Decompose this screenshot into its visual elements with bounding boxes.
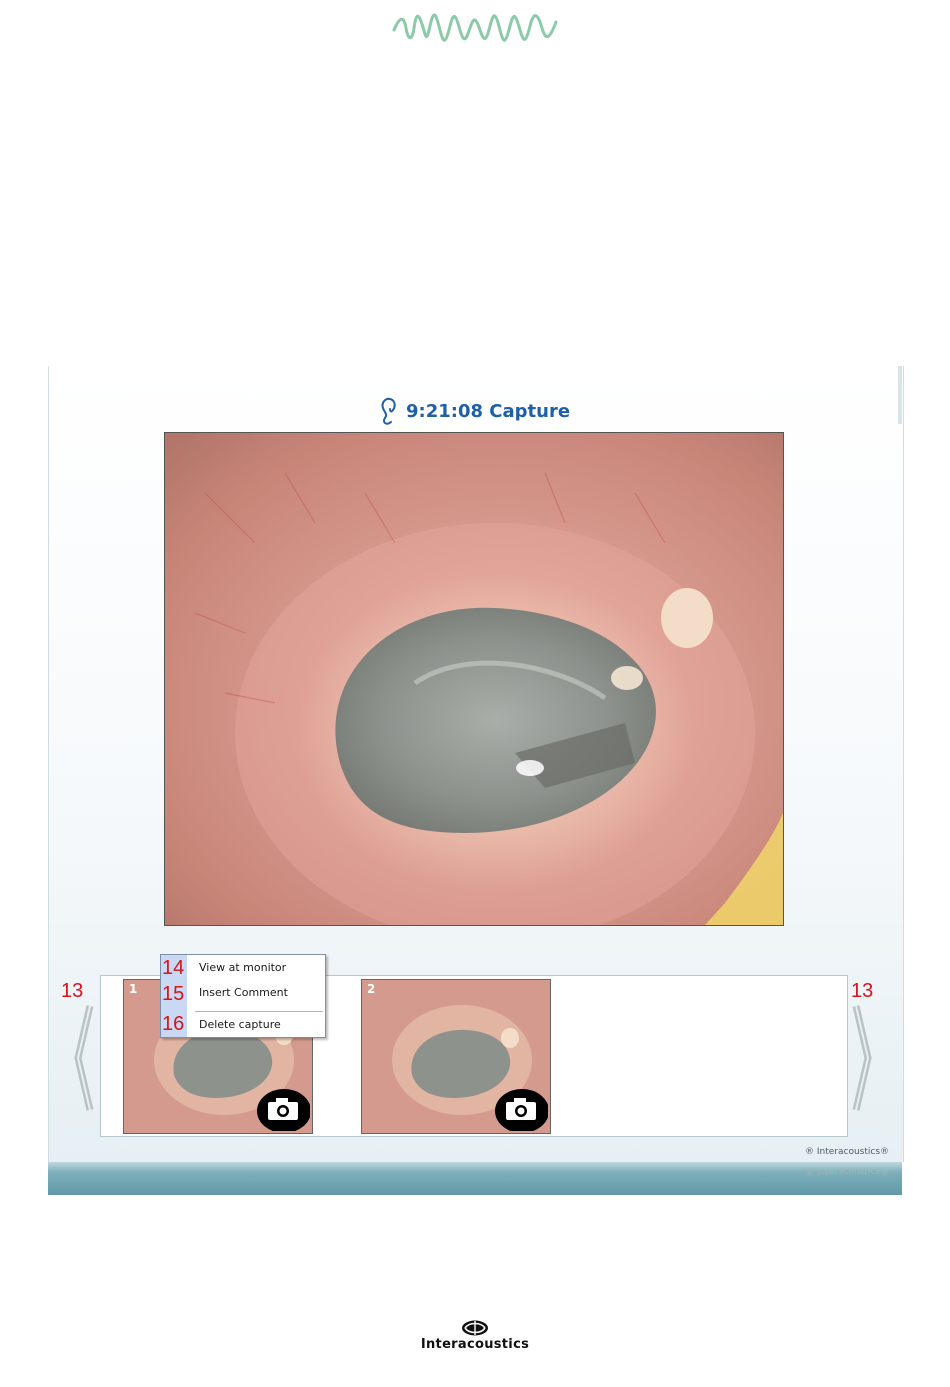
menu-item-delete-capture[interactable]: Delete capture bbox=[199, 1018, 281, 1032]
copyright-text: ® Interacoustics® bbox=[805, 1147, 890, 1157]
thumbnail-number: 1 bbox=[129, 982, 138, 996]
ear-icon bbox=[381, 397, 396, 425]
menu-separator bbox=[195, 1011, 323, 1012]
brand-name: Interacoustics bbox=[420, 1337, 530, 1352]
waveform-logo bbox=[392, 13, 558, 42]
menu-item-view-at-monitor[interactable]: View at monitor bbox=[199, 961, 286, 975]
next-arrow-icon[interactable] bbox=[850, 1004, 876, 1112]
brand-logo: Interacoustics bbox=[400, 1320, 550, 1356]
camera-icon bbox=[495, 1089, 548, 1131]
capture-title: 9:21:08 Capture bbox=[378, 396, 570, 426]
previous-arrow-icon[interactable] bbox=[70, 1004, 96, 1112]
status-band bbox=[48, 1162, 902, 1195]
copyright-reflection: ® Interacoustics® bbox=[805, 1166, 890, 1176]
interacoustics-logo-icon bbox=[462, 1320, 488, 1336]
eardrum-image bbox=[165, 433, 783, 925]
camera-icon bbox=[257, 1089, 310, 1131]
menu-item-insert-comment[interactable]: Insert Comment bbox=[199, 986, 288, 1000]
panel-edge bbox=[898, 366, 902, 424]
callout-left-nav: 13 bbox=[61, 980, 84, 1002]
context-menu: 14 View at monitor 15 Insert Comment 16 … bbox=[160, 954, 326, 1038]
callout-right-nav: 13 bbox=[851, 980, 874, 1002]
callout-16: 16 bbox=[162, 1013, 185, 1035]
main-capture-image bbox=[164, 432, 784, 926]
thumbnail-number: 2 bbox=[367, 982, 376, 996]
capture-title-text: 9:21:08 Capture bbox=[406, 400, 571, 422]
thumbnail-2[interactable]: 2 bbox=[361, 979, 551, 1134]
callout-14: 14 bbox=[162, 957, 185, 979]
callout-15: 15 bbox=[162, 983, 185, 1005]
